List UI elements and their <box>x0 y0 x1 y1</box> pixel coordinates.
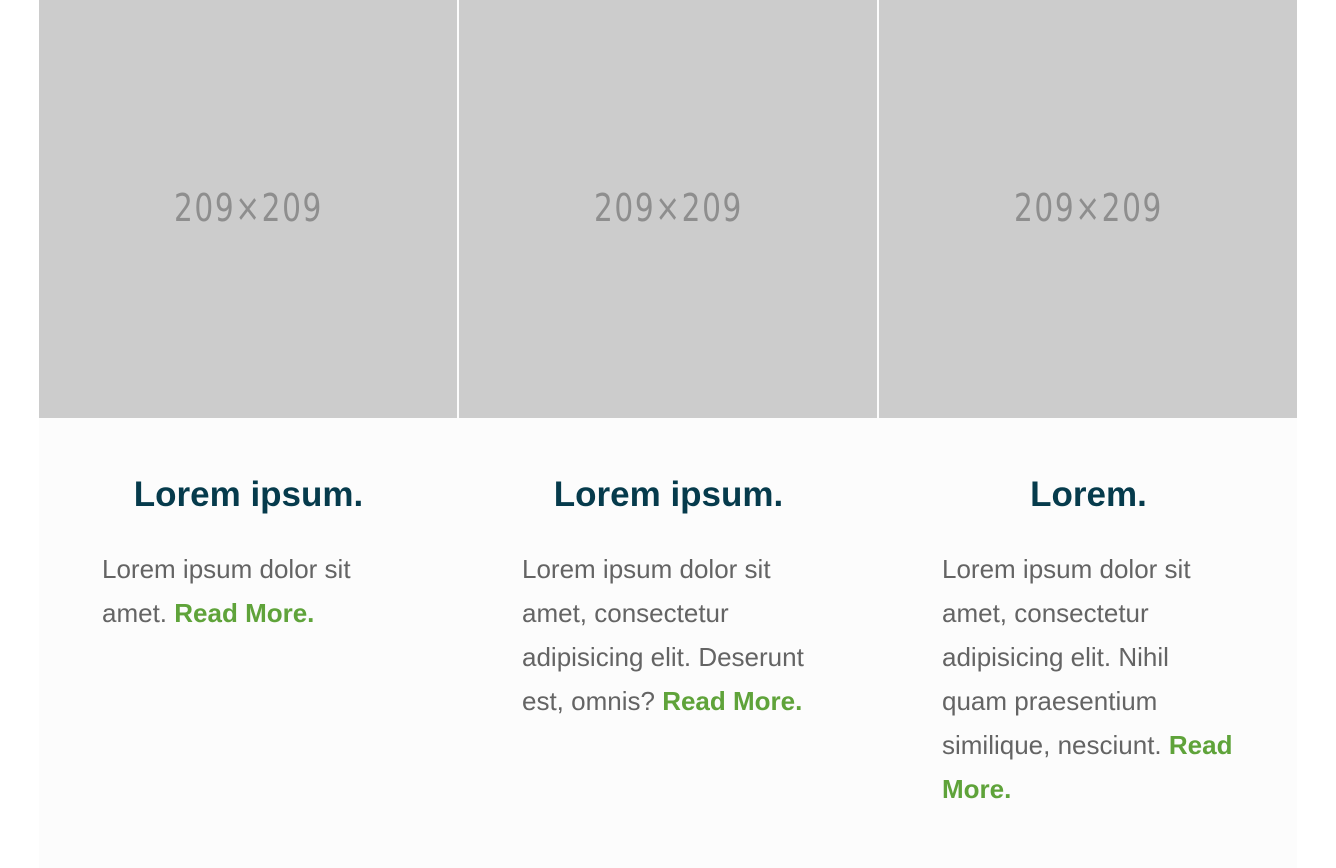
card-3: 209×209 Lorem. Lorem ipsum dolor sit ame… <box>879 0 1297 868</box>
image-size-label: 209×209 <box>173 186 323 230</box>
card-text: Lorem ipsum dolor sit amet, consectetur … <box>522 547 815 723</box>
card-image-placeholder: 209×209 <box>459 0 877 418</box>
read-more-link[interactable]: Read More. <box>174 598 314 628</box>
card-2: 209×209 Lorem ipsum. Lorem ipsum dolor s… <box>459 0 877 868</box>
image-size-label: 209×209 <box>593 186 743 230</box>
card-body: Lorem. Lorem ipsum dolor sit amet, conse… <box>879 418 1297 811</box>
card-1: 209×209 Lorem ipsum. Lorem ipsum dolor s… <box>39 0 457 868</box>
card-text: Lorem ipsum dolor sit amet. Read More. <box>102 547 395 635</box>
card-image-placeholder: 209×209 <box>879 0 1297 418</box>
card-row: 209×209 Lorem ipsum. Lorem ipsum dolor s… <box>39 0 1297 868</box>
card-image-placeholder: 209×209 <box>39 0 457 418</box>
read-more-link[interactable]: Read More. <box>662 686 802 716</box>
card-title: Lorem ipsum. <box>133 475 364 514</box>
card-title: Lorem ipsum. <box>553 475 784 514</box>
card-title: Lorem. <box>1030 475 1147 514</box>
card-description: Lorem ipsum dolor sit amet, consectetur … <box>942 554 1191 760</box>
image-size-label: 209×209 <box>1013 186 1163 230</box>
card-text: Lorem ipsum dolor sit amet, consectetur … <box>942 547 1235 811</box>
card-body: Lorem ipsum. Lorem ipsum dolor sit amet.… <box>39 418 457 635</box>
card-section: 209×209 Lorem ipsum. Lorem ipsum dolor s… <box>39 0 1297 868</box>
card-body: Lorem ipsum. Lorem ipsum dolor sit amet,… <box>459 418 877 723</box>
